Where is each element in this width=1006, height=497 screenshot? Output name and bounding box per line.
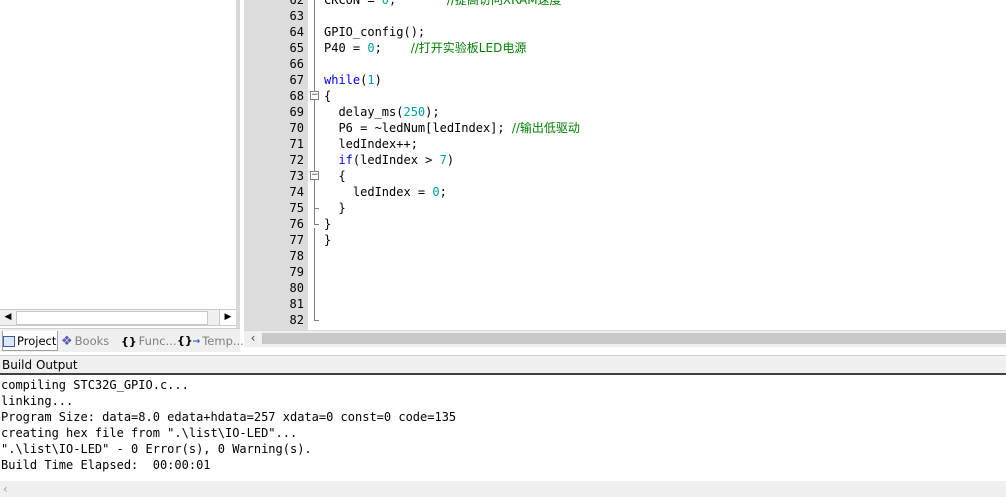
line-number: 73 [289, 169, 304, 183]
line-number: 78 [289, 249, 304, 263]
build-output-horizontal-scrollbar[interactable]: ‹ [0, 481, 1006, 497]
output-line: Build Time Elapsed: 00:00:01 [1, 458, 211, 472]
line-number: 81 [289, 297, 304, 311]
code-text: ledIndex = 0; [324, 185, 447, 199]
fold-end-marker [314, 224, 319, 225]
code-text: while(1) [324, 73, 382, 87]
books-icon: ❖ [61, 333, 73, 349]
output-line: Program Size: data=8.0 edata+hdata=257 x… [1, 410, 457, 424]
line-number: 77 [289, 233, 304, 247]
code-text: } [324, 217, 332, 231]
code-line[interactable]: 81 [244, 296, 1006, 312]
tab-label: Func... [138, 334, 177, 348]
fold-end-marker [314, 320, 319, 321]
code-line[interactable]: 73 { [244, 168, 1006, 184]
project-horizontal-scrollbar[interactable]: ◀ ▶ [0, 309, 236, 326]
fold-toggle-icon[interactable]: − [310, 91, 319, 100]
code-line[interactable]: 71 ledIndex++; [244, 136, 1006, 152]
build-output-header: Build Output [0, 355, 1006, 375]
code-text: CKCON = 0; //提高访问XRAM速度 [324, 0, 562, 7]
build-output-title: Build Output [2, 358, 78, 372]
scroll-left-arrow-icon[interactable]: ‹ [3, 481, 8, 497]
line-number: 62 [289, 0, 304, 7]
tab-functions[interactable]: {} Func... [121, 331, 177, 351]
project-pane: ◀ ▶ Project ❖ Books {} Func... {}→ Temp... [0, 0, 244, 352]
line-number: 72 [289, 153, 304, 167]
tab-project[interactable]: Project [2, 331, 58, 351]
line-number: 82 [289, 313, 304, 327]
code-line[interactable]: 72 if(ledIndex > 7) [244, 152, 1006, 168]
code-line[interactable]: 67 while(1) [244, 72, 1006, 88]
code-text: } [324, 233, 332, 247]
project-panel-tabs: Project ❖ Books {} Func... {}→ Temp... [0, 328, 244, 352]
line-number: 75 [289, 201, 304, 215]
tab-templates[interactable]: {}→ Temp... [177, 331, 244, 351]
output-line: linking... [1, 394, 74, 408]
code-line[interactable]: 78 [244, 248, 1006, 264]
scroll-track[interactable] [262, 333, 1006, 344]
code-line[interactable]: 70 P6 = ~ledNum[ledIndex]; //输出低驱动 [244, 120, 1006, 136]
scroll-left-arrow-icon[interactable]: ‹ [246, 331, 260, 346]
fold-guide-line [314, 228, 315, 320]
line-number: 70 [289, 121, 304, 135]
line-number: 63 [289, 9, 304, 23]
functions-icon: {} [121, 334, 137, 348]
code-line[interactable]: 63 [244, 8, 1006, 24]
pane-splitter[interactable] [236, 0, 240, 352]
code-text: ledIndex++; [324, 137, 418, 151]
code-line[interactable]: 77} [244, 232, 1006, 248]
tab-label: Project [17, 334, 57, 348]
code-text: delay_ms(250); [324, 105, 440, 119]
line-number: 66 [289, 57, 304, 71]
code-line[interactable]: 65 P40 = 0; //打开实验板LED电源 [244, 40, 1006, 56]
code-text: GPIO_config(); [324, 25, 426, 39]
scroll-left-arrow-icon[interactable]: ◀ [0, 310, 16, 325]
line-number: 68 [289, 89, 304, 103]
build-output-panel[interactable]: compiling STC32G_GPIO.c... linking... Pr… [0, 377, 1006, 481]
templates-icon: {}→ [177, 334, 201, 347]
line-number: 67 [289, 73, 304, 87]
code-line[interactable]: 66 [244, 56, 1006, 72]
code-line[interactable]: 62 CKCON = 0; //提高访问XRAM速度 [244, 0, 1006, 8]
code-text: P6 = ~ledNum[ledIndex]; //输出低驱动 [324, 121, 580, 135]
fold-guide-line [314, 0, 315, 91]
project-icon [3, 336, 15, 347]
code-line[interactable]: 64 GPIO_config(); [244, 24, 1006, 40]
line-number: 69 [289, 105, 304, 119]
line-number: 74 [289, 185, 304, 199]
output-line: compiling STC32G_GPIO.c... [1, 378, 189, 392]
code-line[interactable]: 79 [244, 264, 1006, 280]
code-editor[interactable]: 62 CKCON = 0; //提高访问XRAM速度 63 64 GPIO_config… [244, 0, 1006, 330]
code-text: { [324, 89, 332, 103]
output-line: ".\list\IO-LED" - 0 Error(s), 0 Warning(… [1, 442, 312, 456]
scroll-right-arrow-icon[interactable]: ▶ [219, 310, 236, 325]
fold-guide-line [314, 100, 315, 224]
editor-horizontal-scrollbar[interactable]: ‹ [244, 330, 1006, 347]
fold-toggle-icon[interactable]: − [310, 171, 319, 180]
output-line: creating hex file from ".\list\IO-LED"..… [1, 426, 298, 440]
line-number: 64 [289, 25, 304, 39]
line-number: 76 [289, 217, 304, 231]
code-text: { [324, 169, 346, 183]
line-number: 65 [289, 41, 304, 55]
code-line[interactable]: 69 delay_ms(250); [244, 104, 1006, 120]
code-line[interactable]: 82 [244, 312, 1006, 328]
fold-end-marker [314, 208, 319, 209]
code-text: } [324, 201, 346, 215]
code-line[interactable]: 80 [244, 280, 1006, 296]
line-number: 79 [289, 265, 304, 279]
line-number: 80 [289, 281, 304, 295]
code-line[interactable]: 74 ledIndex = 0; [244, 184, 1006, 200]
line-number: 71 [289, 137, 304, 151]
tab-label: Temp... [202, 334, 244, 348]
code-line[interactable]: 68 { [244, 88, 1006, 104]
code-line[interactable]: 75 } [244, 200, 1006, 216]
tab-books[interactable]: ❖ Books [61, 331, 117, 351]
code-line[interactable]: 76} [244, 216, 1006, 232]
code-text: if(ledIndex > 7) [338, 153, 455, 167]
scroll-thumb[interactable] [16, 311, 208, 325]
tab-label: Books [74, 334, 110, 348]
code-text: P40 = 0; //打开实验板LED电源 [324, 41, 527, 55]
